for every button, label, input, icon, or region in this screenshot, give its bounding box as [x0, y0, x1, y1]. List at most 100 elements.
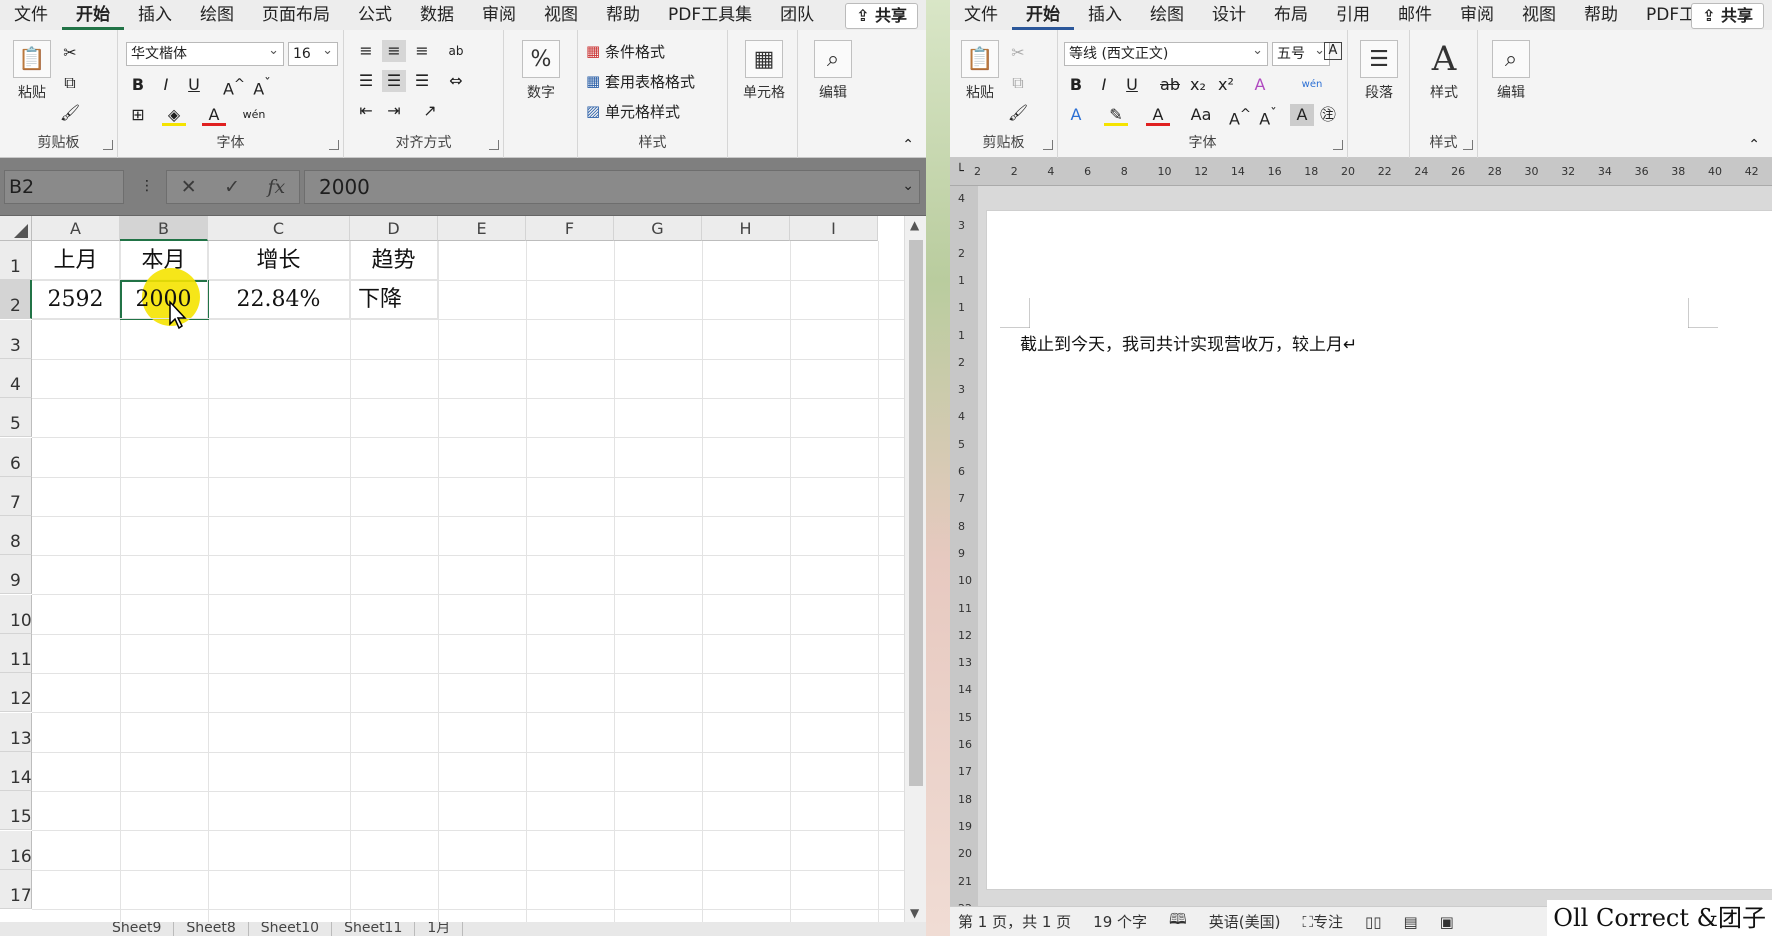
document-body-text[interactable]: 截止到今天，我司共计实现营收万，较上月↵: [1020, 330, 1357, 355]
column-header[interactable]: F: [526, 216, 614, 241]
align-top-icon[interactable]: ≡: [354, 40, 378, 62]
scrollbar-thumb[interactable]: [909, 240, 923, 786]
proofing-icon[interactable]: 🕮: [1169, 909, 1187, 934]
font-name-select[interactable]: 等线 (西文正文): [1064, 40, 1268, 66]
orientation-icon[interactable]: ↗: [418, 100, 442, 122]
grow-font-icon[interactable]: A^: [1228, 104, 1252, 128]
tab-help[interactable]: 帮助: [1570, 0, 1632, 30]
row-header[interactable]: 7: [0, 476, 32, 516]
tab-draw[interactable]: 绘图: [186, 0, 248, 30]
tab-data[interactable]: 数据: [406, 0, 468, 30]
merge-center-icon[interactable]: ⇔: [444, 70, 468, 92]
bold-icon[interactable]: B: [1064, 74, 1088, 96]
tab-pdf-tools[interactable]: PDF工具集: [654, 0, 766, 30]
tab-draw[interactable]: 绘图: [1136, 0, 1198, 30]
tab-insert[interactable]: 插入: [124, 0, 186, 30]
vertical-scrollbar[interactable]: ▲ ▼: [904, 216, 926, 922]
share-button[interactable]: ⇪ 共享: [1691, 3, 1764, 29]
insert-function-icon[interactable]: fx: [268, 176, 286, 198]
tab-review[interactable]: 审阅: [468, 0, 530, 30]
align-right-icon[interactable]: ☰: [410, 70, 434, 92]
grow-font-icon[interactable]: A^: [222, 74, 246, 98]
row-header[interactable]: 10: [0, 594, 32, 634]
row-header[interactable]: 15: [0, 791, 32, 831]
column-header[interactable]: B: [120, 216, 208, 241]
column-header[interactable]: H: [702, 216, 790, 241]
italic-icon[interactable]: I: [154, 74, 178, 96]
shrink-font-icon[interactable]: Aˇ: [250, 74, 274, 98]
font-launcher-icon[interactable]: [329, 140, 339, 150]
tab-insert[interactable]: 插入: [1074, 0, 1136, 30]
underline-icon[interactable]: U: [1120, 74, 1144, 96]
paste-button[interactable]: 📋 粘贴: [958, 40, 1002, 102]
row-header[interactable]: 6: [0, 437, 32, 477]
worksheet[interactable]: A B C D E F G H I 1 2 3 4 5 6 7 8 9 10 11 12 13 14 15 1…: [0, 216, 926, 936]
italic-icon[interactable]: I: [1092, 74, 1116, 96]
column-header[interactable]: E: [438, 216, 526, 241]
cell-D1[interactable]: 趋势: [350, 241, 438, 280]
increase-indent-icon[interactable]: ⇥: [382, 100, 406, 122]
tab-page-layout[interactable]: 页面布局: [248, 0, 344, 30]
tab-team[interactable]: 团队: [766, 0, 828, 30]
name-box[interactable]: B2: [4, 170, 124, 204]
cancel-icon[interactable]: ✕: [181, 176, 197, 198]
row-header[interactable]: 2: [0, 280, 32, 320]
column-header[interactable]: C: [208, 216, 350, 241]
scroll-down-icon[interactable]: ▼: [910, 906, 919, 920]
font-color-icon[interactable]: A: [202, 104, 226, 126]
format-painter-icon[interactable]: 🖌: [58, 102, 82, 124]
number-format-button[interactable]: % 数字: [518, 40, 564, 102]
page-count[interactable]: 第 1 页，共 1 页: [958, 911, 1071, 932]
border-icon[interactable]: ⊞: [126, 104, 150, 126]
print-layout-icon[interactable]: ▤: [1403, 913, 1417, 931]
strikethrough-icon[interactable]: ab: [1158, 74, 1182, 96]
collapse-ribbon-icon[interactable]: ⌃: [902, 137, 914, 153]
sheet-tab[interactable]: Sheet8: [174, 922, 249, 936]
cell-C1[interactable]: 增长: [208, 241, 350, 280]
row-header[interactable]: 14: [0, 751, 32, 791]
tab-home[interactable]: 开始: [1012, 0, 1074, 30]
row-header[interactable]: 1: [0, 241, 32, 280]
row-header[interactable]: 16: [0, 830, 32, 870]
vertical-ruler[interactable]: 4321112345678910111213141516171819202122: [950, 186, 978, 915]
paste-button[interactable]: 📋 粘贴: [10, 40, 54, 102]
read-mode-icon[interactable]: ▯▯: [1365, 913, 1382, 931]
collapse-ribbon-icon[interactable]: ⌃: [1748, 137, 1760, 153]
decrease-indent-icon[interactable]: ⇤: [354, 100, 378, 122]
align-bottom-icon[interactable]: ≡: [410, 40, 434, 62]
web-layout-icon[interactable]: ▣: [1440, 913, 1454, 931]
tab-stop-icon[interactable]: └: [956, 164, 964, 179]
copy-icon[interactable]: ⧉: [58, 72, 82, 94]
shrink-font-icon[interactable]: Aˇ: [1256, 104, 1280, 128]
tab-layout[interactable]: 布局: [1260, 0, 1322, 30]
share-button[interactable]: ⇪ 共享: [845, 3, 918, 29]
enter-icon[interactable]: ✓: [224, 176, 240, 198]
language-status[interactable]: 英语(美国): [1209, 911, 1281, 932]
more-options-icon[interactable]: ⋮: [140, 178, 154, 194]
tab-file[interactable]: 文件: [950, 0, 1012, 30]
tab-view[interactable]: 视图: [1508, 0, 1570, 30]
change-case-icon[interactable]: Aa: [1184, 104, 1218, 126]
bold-icon[interactable]: B: [126, 74, 150, 96]
tab-review[interactable]: 审阅: [1446, 0, 1508, 30]
horizontal-ruler[interactable]: └ 2 2 4 6 8 10 12 14 16 18 20 22 24 26 28 30 32 34 36 38 40 4…: [950, 158, 1772, 186]
font-color-icon[interactable]: A: [1146, 104, 1170, 126]
fill-color-icon[interactable]: ◈: [162, 104, 186, 126]
cut-icon[interactable]: ✂: [58, 42, 82, 64]
focus-mode[interactable]: ⛶专注: [1302, 911, 1343, 932]
tab-help[interactable]: 帮助: [592, 0, 654, 30]
align-left-icon[interactable]: ☰: [354, 70, 378, 92]
expand-formula-icon[interactable]: ⌄: [902, 178, 914, 194]
styles-launcher-icon[interactable]: [1463, 140, 1473, 150]
clipboard-launcher-icon[interactable]: [1043, 140, 1053, 150]
scroll-up-icon[interactable]: ▲: [910, 218, 919, 232]
highlight-icon[interactable]: ✎: [1104, 104, 1128, 126]
font-name-select[interactable]: 华文楷体: [126, 40, 284, 66]
row-header[interactable]: 4: [0, 358, 32, 398]
phonetic-icon[interactable]: wén: [242, 104, 266, 126]
conditional-format-button[interactable]: ▦ 条件格式: [586, 40, 665, 62]
select-all-corner[interactable]: [0, 216, 32, 241]
tab-mailings[interactable]: 邮件: [1384, 0, 1446, 30]
tab-view[interactable]: 视图: [530, 0, 592, 30]
subscript-icon[interactable]: x₂: [1186, 74, 1210, 96]
